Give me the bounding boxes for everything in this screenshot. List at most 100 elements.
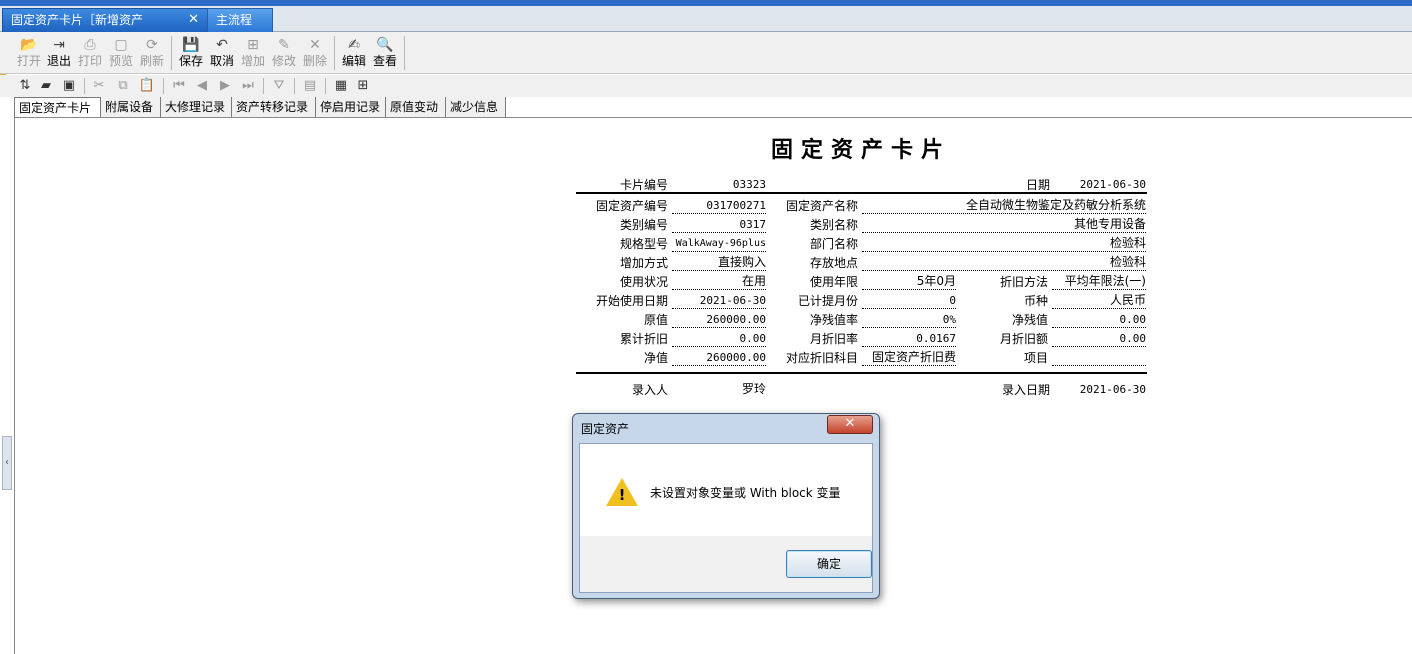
dialog-title: 固定资产: [581, 422, 630, 436]
subtab-fixed-asset-card[interactable]: 固定资产卡片: [14, 97, 101, 118]
tab-main-flow[interactable]: 主流程: [207, 8, 273, 32]
folder-open-icon: 📂: [20, 37, 38, 53]
print-button[interactable]: ⎙ 打印: [75, 36, 105, 70]
grid-icon[interactable]: ⊞: [354, 77, 372, 95]
dep-method-field[interactable]: 平均年限法(一): [1052, 274, 1146, 290]
preview-button[interactable]: ▢ 预览: [106, 36, 136, 70]
currency-field[interactable]: 人民币: [1052, 293, 1146, 309]
sort-icon[interactable]: ⇅: [16, 77, 34, 95]
edit-icon: ✍: [348, 37, 360, 53]
tab-label: 固定资产卡片［新增资产: [11, 13, 144, 27]
save-button[interactable]: 💾 保存: [176, 36, 206, 70]
subtab-reduction-info[interactable]: 减少信息: [446, 97, 506, 118]
main-toolbar: 📂 打开 ⇥ 退出 ⎙ 打印 ▢ 预览 ⟳ 刷新 💾 保存 ↶ 取消 ⊞ 增加 ✎ 修改 ✕ 删除 …: [0, 32, 1412, 74]
cancel-button[interactable]: ↶ 取消: [207, 36, 237, 70]
copy-icon[interactable]: ⧉: [114, 77, 132, 95]
date-value[interactable]: 2021-06-30: [1054, 177, 1146, 193]
close-icon[interactable]: ✕: [188, 9, 199, 31]
subtab-asset-transfer[interactable]: 资产转移记录: [232, 97, 316, 118]
warning-icon-mark: !: [618, 486, 626, 504]
status-field[interactable]: 在用: [672, 274, 766, 290]
subtab-value-change[interactable]: 原值变动: [386, 97, 446, 118]
item-field[interactable]: [1052, 350, 1146, 366]
category-name-field[interactable]: 其他专用设备: [862, 217, 1146, 233]
asset-name-field[interactable]: 全自动微生物鉴定及药敏分析系统: [862, 198, 1146, 214]
secondary-toolbar: ⇅ ▰ ▣ ✂ ⧉ 📋 ⏮ ◀ ▶ ⏭ ⛛ ▤ ▦ ⊞: [0, 75, 1412, 97]
location-field[interactable]: 检验科: [862, 255, 1146, 271]
dialog-message: 未设置对象变量或 With block 变量: [650, 486, 841, 500]
next-record-icon[interactable]: ▶: [216, 77, 234, 95]
monthly-rate-label: 月折旧率: [809, 332, 858, 346]
window-icon[interactable]: ▣: [60, 77, 78, 95]
category-no-field[interactable]: 0317: [672, 217, 766, 233]
preview-icon: ▢: [114, 37, 128, 53]
card-top-rule: [576, 192, 1147, 194]
residual-label: 净残值: [1011, 313, 1048, 327]
status-label: 使用状况: [619, 275, 668, 289]
dept-field[interactable]: 检验科: [862, 236, 1146, 252]
delete-button[interactable]: ✕ 删除: [300, 36, 330, 70]
orig-value-field[interactable]: 260000.00: [672, 312, 766, 328]
acc-dep-label: 累计折旧: [619, 332, 668, 346]
card-no-value[interactable]: 03323: [672, 177, 766, 193]
toolbar-separator: [171, 36, 172, 70]
residual-field[interactable]: 0.00: [1052, 312, 1146, 328]
door-exit-icon: ⇥: [53, 37, 65, 53]
add-button[interactable]: ⊞ 增加: [238, 36, 268, 70]
location-label: 存放地点: [809, 256, 858, 270]
report-icon[interactable]: ▤: [301, 77, 319, 95]
document-tabs: 固定资产卡片［新增资产 ✕ 主流程: [0, 6, 1412, 32]
monthly-rate-field[interactable]: 0.0167: [862, 331, 956, 347]
calculator-icon[interactable]: ▦: [332, 77, 350, 95]
cut-icon[interactable]: ✂: [90, 77, 108, 95]
toolbar-separator: [84, 78, 85, 94]
tab-fixed-asset-card[interactable]: 固定资产卡片［新增资产 ✕: [2, 8, 208, 32]
asset-no-field[interactable]: 031700271: [672, 198, 766, 214]
monthly-amt-label: 月折旧额: [999, 332, 1048, 346]
dep-account-field[interactable]: 固定资产折旧费: [862, 350, 956, 366]
refresh-button[interactable]: ⟳ 刷新: [137, 36, 167, 70]
months-label: 已计提月份: [797, 294, 858, 308]
delete-x-icon: ✕: [309, 37, 321, 53]
currency-label: 币种: [1023, 294, 1048, 308]
view-button[interactable]: 🔍 查看: [370, 36, 400, 70]
acc-dep-field[interactable]: 0.00: [672, 331, 766, 347]
view-icon: 🔍: [376, 37, 394, 53]
residual-rate-field[interactable]: 0%: [862, 312, 956, 328]
last-record-icon[interactable]: ⏭: [239, 77, 257, 95]
previous-record-icon[interactable]: ◀: [193, 77, 211, 95]
subtab-major-repair[interactable]: 大修理记录: [161, 97, 232, 118]
ok-button[interactable]: 确定: [786, 550, 872, 578]
first-record-icon[interactable]: ⏮: [170, 77, 188, 95]
paste-icon[interactable]: 📋: [138, 77, 156, 95]
life-field[interactable]: 5年0月: [862, 274, 956, 290]
add-method-field[interactable]: 直接购入: [672, 255, 766, 271]
edit-button[interactable]: ✍ 编辑: [339, 36, 369, 70]
entered-by-label: 录入人: [631, 383, 668, 397]
modify-button[interactable]: ✎ 修改: [269, 36, 299, 70]
add-document-icon: ⊞: [247, 37, 259, 53]
subtab-stop-start-records[interactable]: 停启用记录: [316, 97, 386, 118]
collapse-panel-icon[interactable]: ‹: [2, 436, 12, 490]
toolbar-separator: [163, 78, 164, 94]
entry-date-value: 2021-06-30: [1079, 383, 1146, 396]
net-value-field[interactable]: 260000.00: [672, 350, 766, 366]
toolbar-separator: [294, 78, 295, 94]
open-button[interactable]: 📂 打开: [14, 36, 44, 70]
card-icon[interactable]: ▰: [37, 77, 55, 95]
model-field[interactable]: WalkAway-96plus: [672, 236, 766, 252]
start-date-field[interactable]: 2021-06-30: [672, 293, 766, 309]
toolbar-separator: [263, 78, 264, 94]
dialog-close-button[interactable]: ✕: [827, 415, 873, 434]
category-no-label: 类别编号: [619, 218, 668, 232]
subtab-attached-equipment[interactable]: 附属设备: [101, 97, 161, 118]
category-name-label: 类别名称: [809, 218, 858, 232]
monthly-amt-field[interactable]: 0.00: [1052, 331, 1146, 347]
exit-button[interactable]: ⇥ 退出: [44, 36, 74, 70]
months-field[interactable]: 0: [862, 293, 956, 309]
dep-method-label: 折旧方法: [999, 275, 1048, 289]
filter-icon[interactable]: ⛛: [270, 77, 288, 95]
toolbar-separator: [334, 36, 335, 70]
tab-label: 主流程: [216, 13, 253, 27]
asset-no-label: 固定资产编号: [595, 199, 668, 213]
